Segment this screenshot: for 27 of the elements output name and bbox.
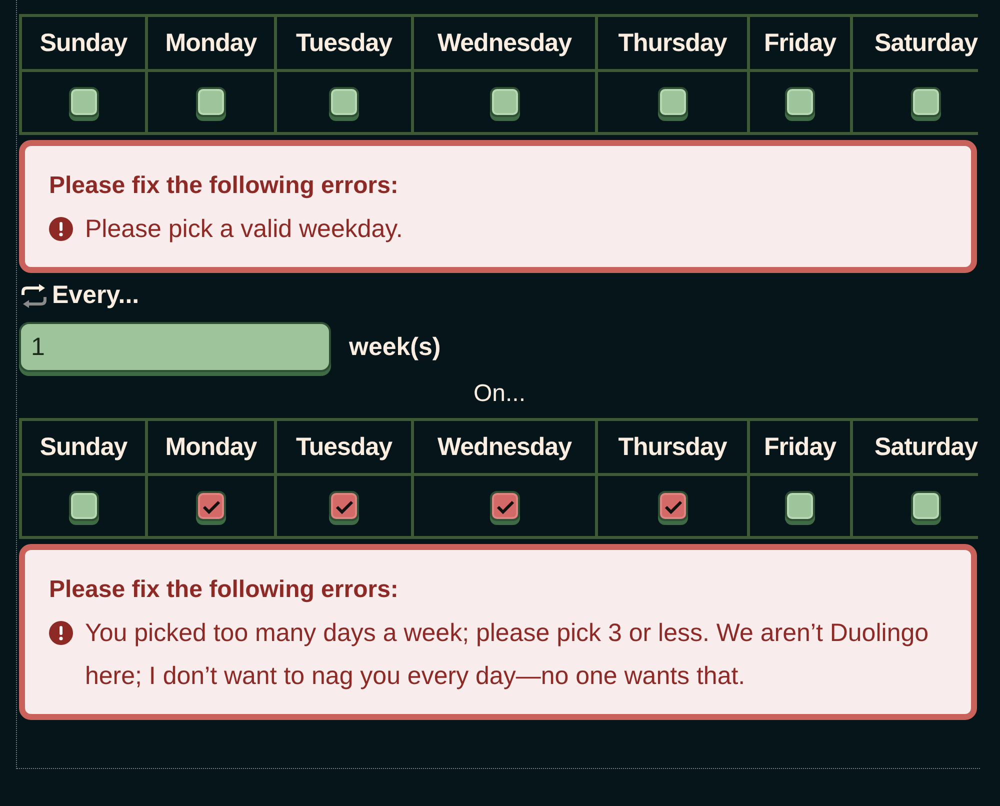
table-header: Sunday [22,421,145,473]
error-message: Please pick a valid weekday. [85,214,404,245]
table-header: Tuesday [277,421,411,473]
interval-label: Every... [52,281,140,310]
table-header: Monday [148,421,274,473]
unit-label: week(s) [349,332,441,362]
section-caption: On... [473,380,526,408]
table-header: Thursday [598,421,747,473]
check-icon [334,498,354,514]
interval-field[interactable]: 1 [19,322,331,372]
table-header: Tuesday [277,17,411,69]
check-icon [494,498,514,514]
table-header: Friday [750,17,850,69]
table-header: Friday [750,421,850,473]
error-message: You picked too many days a week; please pick 3 or less. We aren’t Duolingo here; I don’t want to nag you every day—no one wants that. [85,618,930,692]
table-header: Thursday [598,17,747,69]
check-icon [201,498,221,514]
check-icon [662,498,682,514]
error-title: Please fix the following errors: [49,172,398,200]
table-header: Wednesday [414,17,595,69]
table-header: Monday [148,17,274,69]
table-header: Sunday [22,17,145,69]
alert-icon [49,621,73,645]
error-title: Please fix the following errors: [49,576,398,604]
table-header: Wednesday [414,421,595,473]
alert-icon [49,217,73,241]
repeat-icon [19,282,49,308]
